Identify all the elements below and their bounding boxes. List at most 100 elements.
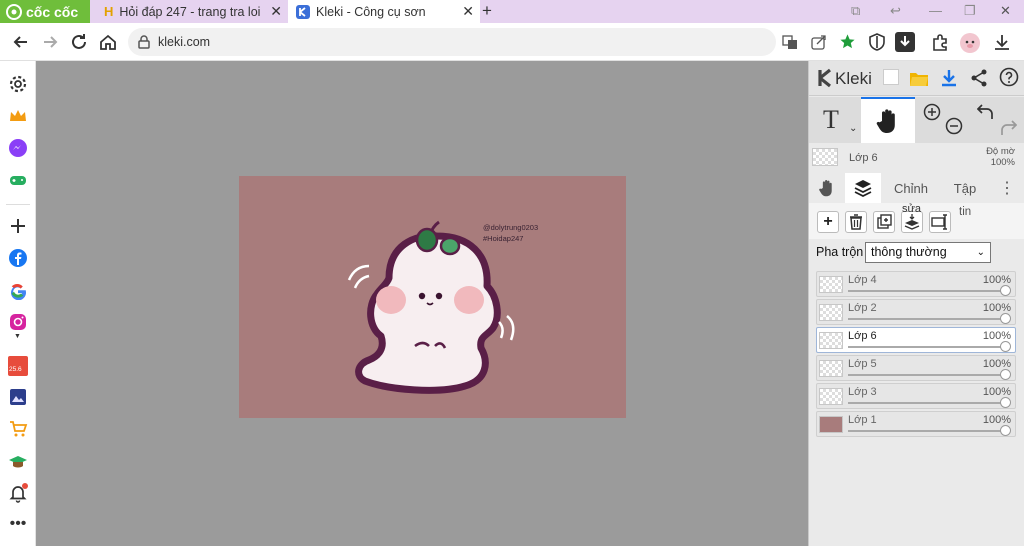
undo-icon[interactable] (977, 103, 995, 121)
text-tool[interactable]: T ⌄ (809, 97, 861, 143)
profile-avatar[interactable] (959, 32, 980, 53)
download-manager-icon[interactable] (895, 32, 915, 52)
settings-icon[interactable] (8, 74, 28, 94)
opacity-knob[interactable] (1000, 425, 1011, 436)
canvas-workspace[interactable]: @dolytrung0203 #Hoidap247 (36, 61, 808, 546)
layer-name: Lớp 5 (848, 358, 877, 370)
blend-label: Pha trộn (816, 245, 864, 259)
coccoc-logo-icon (6, 3, 22, 20)
opacity-label: Độ mờ (986, 146, 1015, 157)
reload-icon[interactable] (68, 31, 90, 53)
share-icon[interactable] (811, 34, 827, 50)
facebook-icon[interactable] (8, 248, 28, 268)
rename-layer-icon[interactable] (929, 211, 951, 233)
close-icon[interactable]: ✕ (462, 3, 474, 20)
current-layer-bar: Lớp 6 Độ mờ 100% (809, 143, 1024, 173)
gamepad-icon[interactable] (8, 170, 28, 190)
tool-row: T ⌄ (809, 97, 1024, 143)
plus-icon[interactable] (8, 216, 28, 236)
opacity-knob[interactable] (1000, 313, 1011, 324)
layer-thumbnail (819, 388, 843, 405)
add-layer-button[interactable]: + (817, 211, 839, 233)
forward-icon[interactable] (39, 31, 61, 53)
bookmark-star-icon[interactable] (839, 33, 856, 50)
shield-icon[interactable] (867, 32, 887, 52)
calendar-icon[interactable]: 25.6 (8, 356, 28, 376)
tab-kleki[interactable]: Kleki - Công cụ sơn ✕ (288, 0, 480, 23)
opacity-slider[interactable] (848, 346, 1005, 348)
download-icon[interactable] (992, 32, 1012, 52)
messenger-icon[interactable] (8, 138, 28, 158)
instagram-icon[interactable] (8, 312, 28, 332)
hand-tool[interactable] (861, 97, 915, 143)
google-icon[interactable] (8, 280, 28, 300)
opacity-slider[interactable] (848, 318, 1005, 320)
opacity-slider[interactable] (848, 402, 1005, 404)
home-icon[interactable] (97, 31, 119, 53)
cart-icon[interactable] (8, 419, 28, 439)
layer-item[interactable]: Lớp 4 100% (816, 271, 1016, 297)
new-image-icon[interactable] (883, 69, 899, 85)
layers-icon (854, 180, 872, 198)
layer-name: Lớp 3 (848, 386, 877, 398)
more-icon[interactable]: ••• (8, 515, 28, 535)
share-icon[interactable] (969, 68, 989, 88)
minimize-icon[interactable]: — (929, 3, 942, 18)
zoom-out-icon[interactable] (945, 117, 963, 135)
layer-item[interactable]: Lớp 3 100% (816, 383, 1016, 409)
delete-layer-icon[interactable] (845, 211, 867, 233)
help-icon[interactable] (999, 67, 1019, 87)
opacity-knob[interactable] (1000, 341, 1011, 352)
layer-item[interactable]: Lớp 1 100% (816, 411, 1016, 437)
tab-file[interactable]: Tập (941, 173, 989, 203)
opacity-knob[interactable] (1000, 285, 1011, 296)
sidebar-expand-icon[interactable]: ▼ (14, 333, 21, 340)
extensions-icon[interactable] (930, 32, 950, 52)
back-tab-icon[interactable]: ↩ (890, 3, 901, 19)
kleki-name: Kleki (835, 69, 872, 88)
open-folder-icon[interactable] (909, 69, 929, 87)
browser-brand[interactable]: cốc cốc (0, 0, 90, 23)
edit-label: sửa (902, 203, 921, 215)
opacity-slider[interactable] (848, 430, 1005, 432)
tab-hoidap[interactable]: H Hỏi đáp 247 - trang tra loi ✕ (90, 0, 288, 23)
layer-item[interactable]: Lớp 5 100% (816, 355, 1016, 381)
duplicate-layer-icon[interactable] (873, 211, 895, 233)
opacity-slider[interactable] (848, 374, 1005, 376)
tab-layers[interactable] (845, 173, 881, 203)
hand-icon (875, 107, 901, 135)
app-icon[interactable] (8, 387, 28, 407)
screenshot-icon[interactable]: ⧉ (851, 3, 860, 19)
restore-icon[interactable]: ❐ (964, 3, 976, 19)
close-icon[interactable]: ✕ (270, 3, 282, 20)
layer-item[interactable]: Lớp 2 100% (816, 299, 1016, 325)
save-download-icon[interactable] (939, 68, 959, 88)
tab-title: Hỏi đáp 247 - trang tra loi (119, 4, 261, 19)
back-icon[interactable] (10, 31, 32, 53)
info-label: tin (959, 206, 972, 218)
character-drawing (347, 220, 515, 394)
blend-mode-value: thông thường (871, 245, 947, 259)
opacity-knob[interactable] (1000, 397, 1011, 408)
more-vert-icon[interactable]: ⋮ (993, 173, 1021, 203)
watermark-line: @dolytrung0203 (483, 223, 539, 232)
hat-icon[interactable] (8, 451, 28, 471)
opacity-knob[interactable] (1000, 369, 1011, 380)
layer-item-selected[interactable]: Lớp 6 100% (816, 327, 1016, 353)
new-tab-icon[interactable]: + (482, 1, 492, 21)
layer-actions: + sửa tin (809, 203, 1024, 239)
translate-icon[interactable] (782, 34, 798, 50)
zoom-in-icon[interactable] (923, 103, 941, 121)
window-close-icon[interactable]: ✕ (1000, 3, 1011, 19)
tab-hand[interactable] (809, 173, 845, 203)
redo-icon[interactable] (999, 119, 1017, 137)
drawing-canvas[interactable]: @dolytrung0203 #Hoidap247 (239, 176, 626, 418)
watermark-line: #Hoidap247 (483, 234, 524, 243)
crown-icon[interactable] (8, 106, 28, 126)
chevron-down-icon[interactable]: ⌄ (849, 123, 857, 134)
blend-mode-select[interactable]: thông thường ⌄ (865, 242, 991, 263)
bell-icon[interactable] (8, 483, 28, 503)
tab-adjust[interactable]: Chỉnh (885, 173, 937, 203)
opacity-slider[interactable] (848, 290, 1005, 292)
address-bar[interactable]: kleki.com (128, 28, 855, 56)
